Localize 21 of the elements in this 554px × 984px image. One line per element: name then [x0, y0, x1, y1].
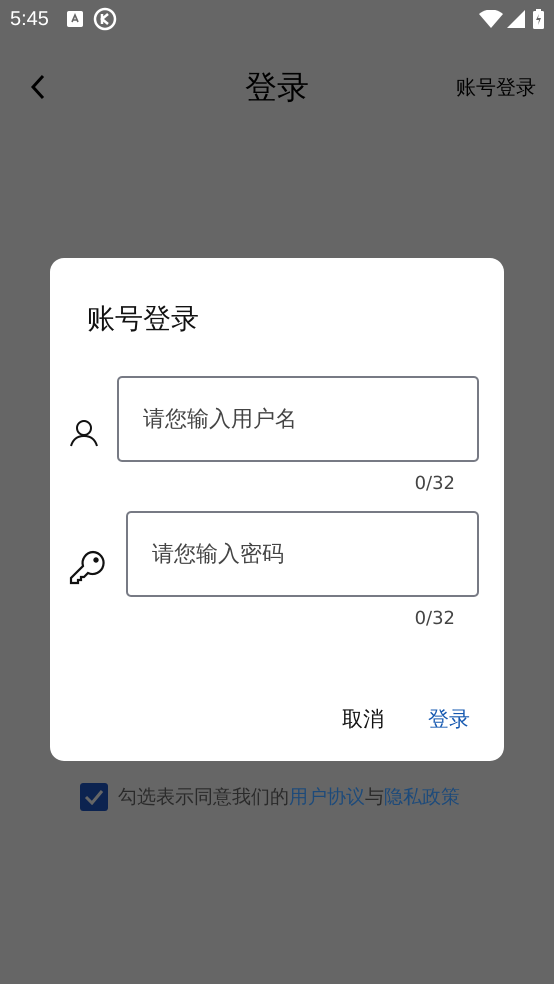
- character-counter: 0/32: [414, 607, 455, 631]
- account-login-link[interactable]: 账号登录: [456, 72, 536, 102]
- user-icon: [68, 418, 98, 448]
- agreement-text: 勾选表示同意我们的用户协议与隐私政策: [118, 785, 460, 810]
- status-time: 5:45: [10, 7, 49, 32]
- signal-icon: [507, 10, 525, 28]
- k-circle-icon: [92, 7, 117, 31]
- battery-icon: [533, 9, 544, 29]
- back-icon: [30, 74, 46, 100]
- check-icon: [84, 789, 104, 806]
- character-counter: 0/32: [414, 472, 455, 496]
- page-title: 登录: [245, 66, 309, 108]
- agreement-checkbox[interactable]: [80, 783, 108, 812]
- confirm-button[interactable]: 登录: [416, 698, 482, 741]
- dialog-title: 账号登录: [87, 301, 200, 337]
- cancel-button[interactable]: 取消: [330, 698, 396, 741]
- input-field[interactable]: 请您输入用户名: [117, 376, 479, 462]
- input-field[interactable]: 请您输入密码: [126, 511, 479, 597]
- keyboard-icon: [66, 11, 83, 27]
- key-icon: [69, 549, 107, 587]
- wifi-icon: [479, 10, 503, 28]
